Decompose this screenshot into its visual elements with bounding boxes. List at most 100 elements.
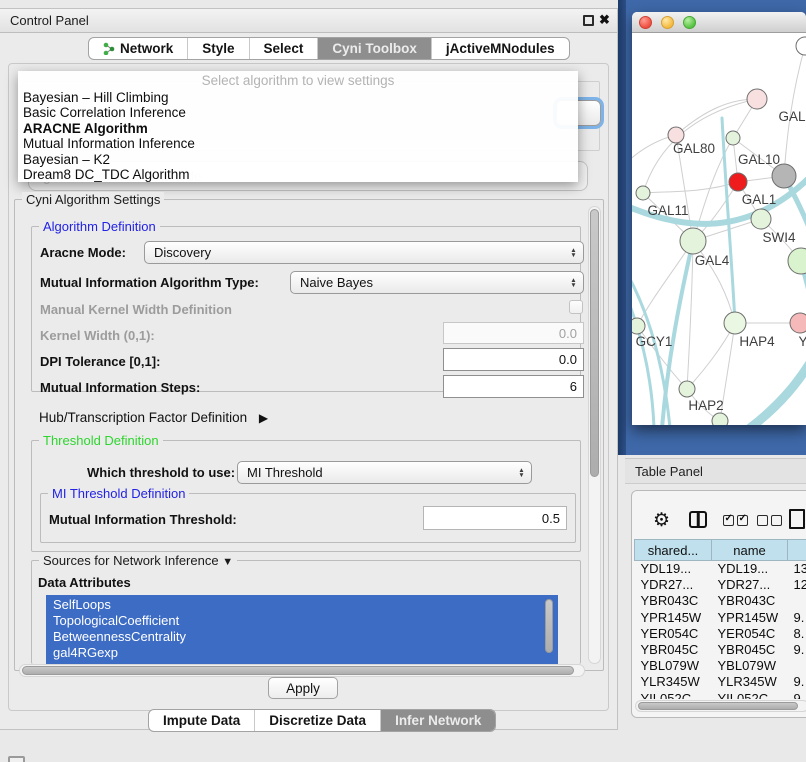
node-green-small[interactable] — [726, 131, 740, 145]
settings-horizontal-scrollbar[interactable] — [19, 664, 585, 677]
table-row[interactable]: YDR27...YDR27...12 — [635, 577, 806, 593]
gear-icon[interactable]: ⚙ — [653, 509, 670, 532]
collapse-arrow-icon[interactable]: ▼ — [222, 556, 233, 568]
network-icon — [103, 42, 115, 55]
checked-boxes-icon[interactable] — [723, 514, 748, 529]
tab-network[interactable]: Network — [89, 38, 188, 59]
network-window-titlebar[interactable] — [632, 12, 806, 33]
column-header[interactable]: shared... — [635, 540, 712, 561]
attribute-item[interactable]: SelfLoops — [53, 597, 558, 613]
node-gal10-label: GAL10 — [738, 152, 780, 167]
node-gal1[interactable] — [751, 209, 771, 229]
close-traffic-light[interactable] — [639, 16, 652, 29]
table-row[interactable]: YPR145WYPR145W9. — [635, 609, 806, 625]
table-cell: YBR043C — [635, 593, 712, 609]
hub-definition-toggle[interactable]: Hub/Transcription Factor Definition ▶ — [39, 410, 268, 425]
algorithm-option[interactable]: Dream8 DC_TDC Algorithm — [18, 167, 578, 182]
node-gal4-label: GAL4 — [695, 253, 730, 268]
minimize-traffic-light[interactable] — [661, 16, 674, 29]
table-cell: 12 — [788, 577, 806, 593]
attribute-item[interactable]: gal4RGexp — [53, 645, 558, 661]
apply-button[interactable]: Apply — [268, 677, 338, 699]
algorithm-dropdown-placeholder: Select algorithm to view settings — [18, 71, 578, 90]
network-view-window[interactable]: GALGAL80GAL10GAL1GAL11GAL4SWI4GCY1HAP4YH… — [632, 12, 806, 425]
close-window-icon[interactable]: ✖ — [599, 12, 610, 28]
tab-cyni-toolbox[interactable]: Cyni Toolbox — [318, 38, 432, 59]
network-edge[interactable] — [687, 323, 735, 389]
stepper-arrows-icon: ▲▼ — [512, 462, 531, 483]
data-attributes-list[interactable]: SelfLoopsTopologicalCoefficientBetweenne… — [46, 595, 558, 665]
network-canvas[interactable]: GALGAL80GAL10GAL1GAL11GAL4SWI4GCY1HAP4YH… — [632, 33, 806, 425]
threshold-definition-title: Threshold Definition — [39, 433, 163, 448]
node-gal10[interactable] — [772, 164, 796, 188]
table-row[interactable]: YBR045CYBR045C9. — [635, 641, 806, 657]
mi-threshold-field[interactable]: 0.5 — [423, 506, 567, 530]
node-hap4[interactable] — [724, 312, 746, 334]
network-edge[interactable] — [643, 182, 738, 193]
table-row[interactable]: YBL079WYBL079W — [635, 658, 806, 674]
tab-discretize-data[interactable]: Discretize Data — [255, 710, 381, 731]
table-cell: 8. — [788, 625, 806, 641]
network-edge[interactable] — [676, 99, 757, 135]
tab-jactivemnodules[interactable]: jActiveMNodules — [432, 38, 569, 59]
tab-infer-network[interactable]: Infer Network — [381, 710, 495, 731]
node-pink-top-label: GAL — [778, 109, 806, 124]
table-row[interactable]: YIL052CYIL052C9 — [635, 690, 806, 699]
table-row[interactable]: YBR043CYBR043C — [635, 593, 806, 609]
table-cell: YPR145W — [712, 609, 788, 625]
table-cell: YBL079W — [635, 658, 712, 674]
tab-select[interactable]: Select — [250, 38, 319, 59]
tab-label: Discretize Data — [269, 713, 366, 728]
attribute-item[interactable]: BetweennessCentrality — [53, 629, 558, 645]
node-gcy1-label: GCY1 — [636, 334, 673, 349]
which-threshold-combobox[interactable]: MI Threshold ▲▼ — [237, 461, 532, 484]
tab-label: jActiveMNodules — [446, 41, 555, 56]
table-row[interactable]: YER054CYER054C8. — [635, 625, 806, 641]
node-table[interactable]: shared...nameA YDL19...YDL19...13YDR27..… — [634, 539, 806, 699]
sources-title: Sources for Network Inference ▼ — [39, 553, 237, 568]
table-row[interactable]: YLR345WYLR345W9. — [635, 674, 806, 690]
node-gal4[interactable] — [680, 228, 706, 254]
algorithm-option[interactable]: ARACNE Algorithm — [18, 121, 578, 136]
node-gcy1[interactable] — [632, 318, 645, 334]
split-columns-icon[interactable] — [689, 511, 707, 528]
kernel-width-label: Kernel Width (0,1): — [40, 328, 155, 343]
node-red[interactable] — [729, 173, 747, 191]
node-swi4[interactable] — [788, 248, 806, 274]
table-row[interactable]: YDL19...YDL19...13 — [635, 561, 806, 577]
partial-icon — [8, 756, 25, 762]
manual-kernel-width-checkbox[interactable] — [569, 300, 583, 314]
mi-threshold-label: Mutual Information Threshold: — [49, 512, 237, 527]
attribute-item[interactable]: TopologicalCoefficient — [53, 613, 558, 629]
node-top-partial[interactable] — [796, 37, 806, 55]
node-gal11[interactable] — [636, 186, 650, 200]
network-edge-highlighted[interactable] — [750, 353, 806, 425]
attributes-scrollbar[interactable] — [544, 597, 555, 661]
dpi-tolerance-field[interactable]: 0.0 — [443, 348, 584, 371]
kernel-width-field[interactable]: 0.0 — [443, 322, 584, 344]
settings-vertical-scrollbar[interactable] — [588, 206, 601, 664]
table-cell: 9. — [788, 674, 806, 690]
column-header[interactable]: name — [712, 540, 788, 561]
expand-arrow-icon: ▶ — [259, 411, 268, 425]
node-pink-top[interactable] — [747, 89, 767, 109]
algorithm-option[interactable]: Basic Correlation Inference — [18, 105, 578, 120]
algorithm-option[interactable]: Mutual Information Inference — [18, 136, 578, 151]
node-green-bottom[interactable] — [712, 413, 728, 425]
node-pink-right[interactable] — [790, 313, 806, 333]
aracne-mode-combobox[interactable]: Discovery ▲▼ — [144, 241, 584, 264]
float-window-icon[interactable] — [583, 15, 594, 26]
mi-steps-field[interactable]: 6 — [443, 375, 584, 398]
unchecked-boxes-icon[interactable] — [757, 514, 782, 529]
table-horizontal-scrollbar[interactable] — [635, 700, 806, 712]
tab-style[interactable]: Style — [188, 38, 249, 59]
document-icon[interactable] — [789, 509, 805, 529]
algorithm-option[interactable]: Bayesian – Hill Climbing — [18, 90, 578, 105]
column-header[interactable]: A — [788, 540, 806, 561]
table-cell: YLR345W — [712, 674, 788, 690]
tab-impute-data[interactable]: Impute Data — [149, 710, 255, 731]
zoom-traffic-light[interactable] — [683, 16, 696, 29]
mi-algorithm-type-combobox[interactable]: Naive Bayes ▲▼ — [290, 271, 584, 294]
node-hap2[interactable] — [679, 381, 695, 397]
algorithm-option[interactable]: Bayesian – K2 — [18, 152, 578, 167]
